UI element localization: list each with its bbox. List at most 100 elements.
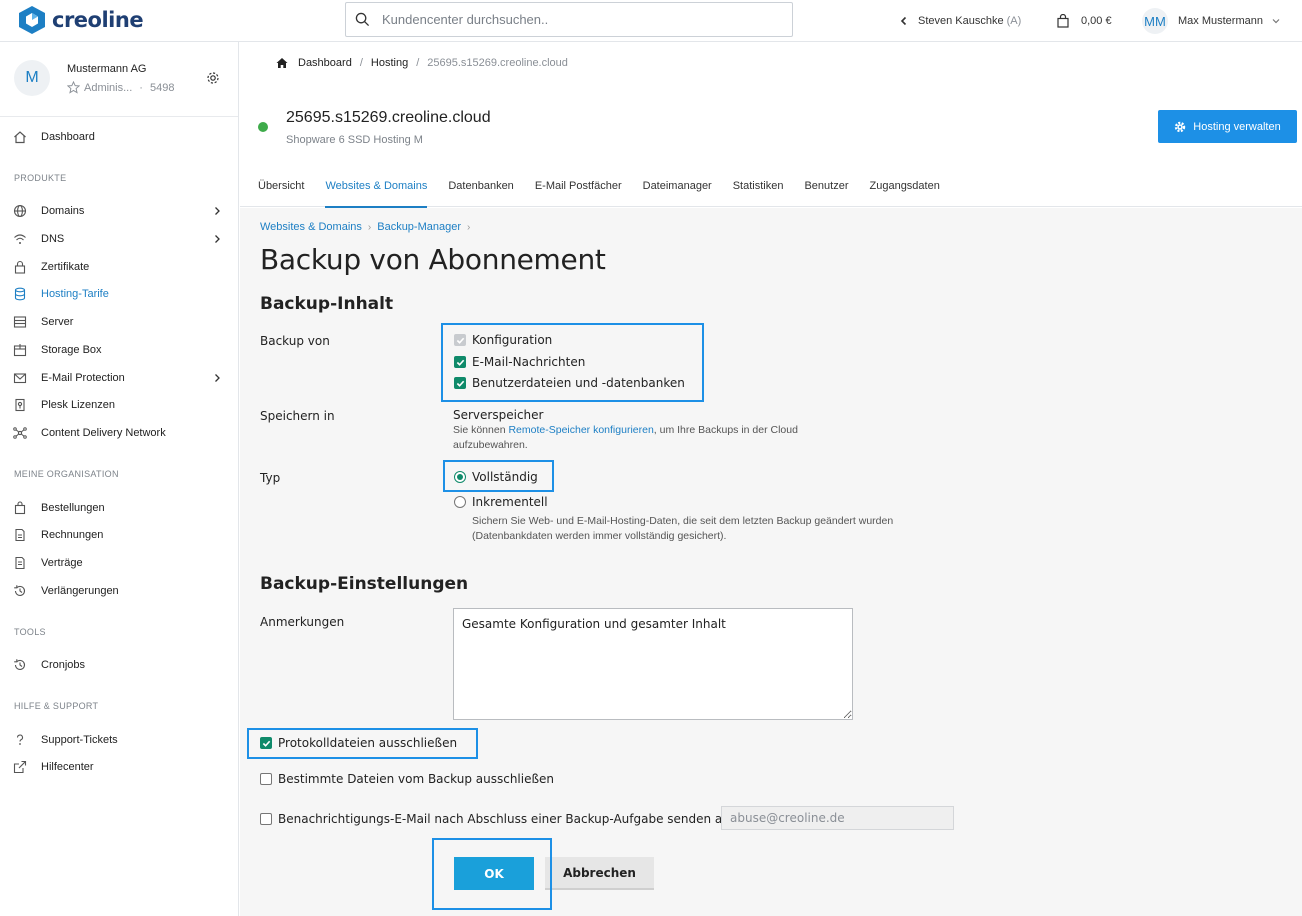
sidebar-item-label: Storage Box [41, 344, 102, 356]
checkbox-notify-email[interactable] [260, 813, 272, 825]
tab-credentials[interactable]: Zugangsdaten [870, 174, 940, 207]
ok-button[interactable]: OK [454, 857, 534, 890]
search-input[interactable] [382, 12, 762, 27]
option-notify-email[interactable]: Benachrichtigungs-E-Mail nach Abschluss … [260, 812, 730, 826]
check-icon [456, 337, 464, 344]
notify-email-input[interactable] [721, 806, 954, 830]
tab-email-mailboxes[interactable]: E-Mail Postfächer [535, 174, 622, 207]
breadcrumb-dashboard[interactable]: Dashboard [298, 57, 352, 69]
sidebar-item-email-protection[interactable]: E-Mail Protection [0, 365, 238, 391]
sidebar-item-support-tickets[interactable]: Support-Tickets [0, 727, 238, 753]
sidebar-item-cdn[interactable]: Content Delivery Network [0, 420, 238, 446]
sidebar-item-plesk-licenses[interactable]: Plesk Lizenzen [0, 392, 238, 418]
option-user-files[interactable]: Benutzerdateien und -datenbanken [454, 376, 685, 390]
page-title: 25695.s15269.creoline.cloud [286, 109, 491, 126]
breadcrumb-hosting[interactable]: Hosting [371, 57, 408, 69]
sidebar-item-storage-box[interactable]: Storage Box [0, 337, 238, 363]
breadcrumb-current: 25695.s15269.creoline.cloud [427, 57, 568, 69]
sidebar-item-help-center[interactable]: Hilfecenter [0, 754, 238, 780]
notes-label: Anmerkungen [260, 615, 345, 629]
option-full-backup[interactable]: Vollständig [454, 470, 538, 484]
radio-incremental[interactable] [454, 496, 466, 508]
cancel-button[interactable]: Abbrechen [545, 857, 654, 890]
chevron-right-icon [215, 374, 220, 382]
backup-of-label: Backup von [260, 334, 330, 348]
option-label: Bestimmte Dateien vom Backup ausschließe… [278, 772, 555, 786]
user-menu[interactable]: MM Max Mustermann [1142, 0, 1281, 42]
sidebar-item-renewals[interactable]: Verlängerungen [0, 578, 238, 604]
tab-websites-domains[interactable]: Websites & Domains [325, 174, 427, 208]
checkbox-user-files[interactable] [454, 377, 466, 389]
sidebar-item-cronjobs[interactable]: Cronjobs [0, 652, 238, 678]
chevron-right-icon: › [367, 221, 372, 233]
cart-amount: 0,00 € [1081, 15, 1112, 27]
checkbox-configuration[interactable] [454, 334, 466, 346]
sidebar-item-label: Hosting-Tarife [41, 288, 109, 300]
tab-file-manager[interactable]: Dateimanager [643, 174, 712, 207]
sidebar-item-invoices[interactable]: Rechnungen [0, 522, 238, 548]
sidebar-section-help: HILFE & SUPPORT [14, 701, 99, 711]
bag-icon [14, 501, 26, 515]
sidebar-item-server[interactable]: Server [0, 309, 238, 335]
brand-logo[interactable]: creoline [17, 5, 144, 35]
checkbox-exclude-logs[interactable] [260, 737, 272, 749]
option-configuration[interactable]: Konfiguration [454, 333, 552, 347]
impersonation-back[interactable]: Steven Kauschke (A) [898, 0, 1021, 42]
option-exclude-files[interactable]: Bestimmte Dateien vom Backup ausschließe… [260, 772, 554, 786]
gear-icon[interactable] [206, 71, 220, 85]
manage-hosting-label: Hosting verwalten [1193, 120, 1281, 133]
tab-overview[interactable]: Übersicht [258, 174, 304, 207]
cart[interactable]: 0,00 € [1056, 0, 1112, 42]
sidebar-item-dashboard[interactable]: Dashboard [0, 124, 238, 150]
checkbox-exclude-files[interactable] [260, 773, 272, 785]
sidebar-item-contracts[interactable]: Verträge [0, 550, 238, 576]
org-separator: · [139, 81, 143, 94]
tab-statistics[interactable]: Statistiken [733, 174, 784, 207]
option-exclude-logs[interactable]: Protokolldateien ausschließen [260, 736, 457, 750]
org-avatar: M [14, 60, 50, 96]
option-incremental-backup[interactable]: Inkrementell [454, 495, 548, 509]
radio-full[interactable] [454, 471, 466, 483]
store-in-value: Serverspeicher [453, 408, 544, 422]
gear-icon [1175, 121, 1186, 132]
sidebar-item-label: Server [41, 316, 74, 328]
type-label: Typ [260, 471, 281, 485]
tab-databases[interactable]: Datenbanken [448, 174, 513, 207]
option-label: Benachrichtigungs-E-Mail nach Abschluss … [278, 812, 730, 826]
impersonation-suffix: (A) [1006, 15, 1022, 27]
sidebar-item-dns[interactable]: DNS [0, 226, 238, 252]
history-icon [14, 585, 26, 597]
status-indicator [258, 122, 268, 132]
tab-users[interactable]: Benutzer [804, 174, 848, 207]
star-icon[interactable] [67, 81, 80, 94]
chevron-right-icon: › [467, 221, 471, 233]
org-id: 5498 [149, 81, 175, 94]
plesk-panel: Websites & Domains › Backup-Manager › Ba… [240, 208, 1302, 916]
plesk-crumb-backup-manager[interactable]: Backup-Manager [377, 221, 461, 233]
sidebar-item-label: Hilfecenter [41, 761, 94, 773]
sidebar-item-label: Zertifikate [41, 261, 90, 273]
sidebar-item-hosting[interactable]: Hosting-Tarife [0, 281, 238, 307]
sidebar-item-orders[interactable]: Bestellungen [0, 495, 238, 521]
incremental-hint: Sichern Sie Web- und E-Mail-Hosting-Date… [472, 514, 893, 544]
option-label: Benutzerdateien und -datenbanken [472, 376, 685, 390]
remote-storage-link[interactable]: Remote-Speicher konfigurieren [508, 424, 653, 436]
option-email-messages[interactable]: E-Mail-Nachrichten [454, 355, 585, 369]
option-label: Protokolldateien ausschließen [278, 736, 458, 750]
external-link-icon [13, 760, 27, 774]
plesk-crumb-websites[interactable]: Websites & Domains [260, 221, 362, 233]
incremental-hint-line: (Datenbankdaten werden immer vollständig… [472, 530, 727, 542]
checkbox-email-messages[interactable] [454, 356, 466, 368]
sidebar-item-label: Domains [41, 205, 85, 217]
search-box[interactable] [345, 2, 793, 37]
notes-textarea[interactable]: Gesamte Konfiguration und gesamter Inhal… [453, 608, 853, 720]
sidebar-item-certificates[interactable]: Zertifikate [0, 254, 238, 280]
sidebar-item-label: Verträge [41, 557, 83, 569]
home-icon[interactable] [276, 57, 288, 69]
globe-icon [13, 204, 27, 218]
manage-hosting-button[interactable]: Hosting verwalten [1158, 110, 1297, 143]
sidebar-item-domains[interactable]: Domains [0, 198, 238, 224]
page-subtitle: Shopware 6 SSD Hosting M [286, 134, 423, 146]
envelope-icon [13, 373, 27, 384]
invoice-icon [15, 528, 25, 542]
